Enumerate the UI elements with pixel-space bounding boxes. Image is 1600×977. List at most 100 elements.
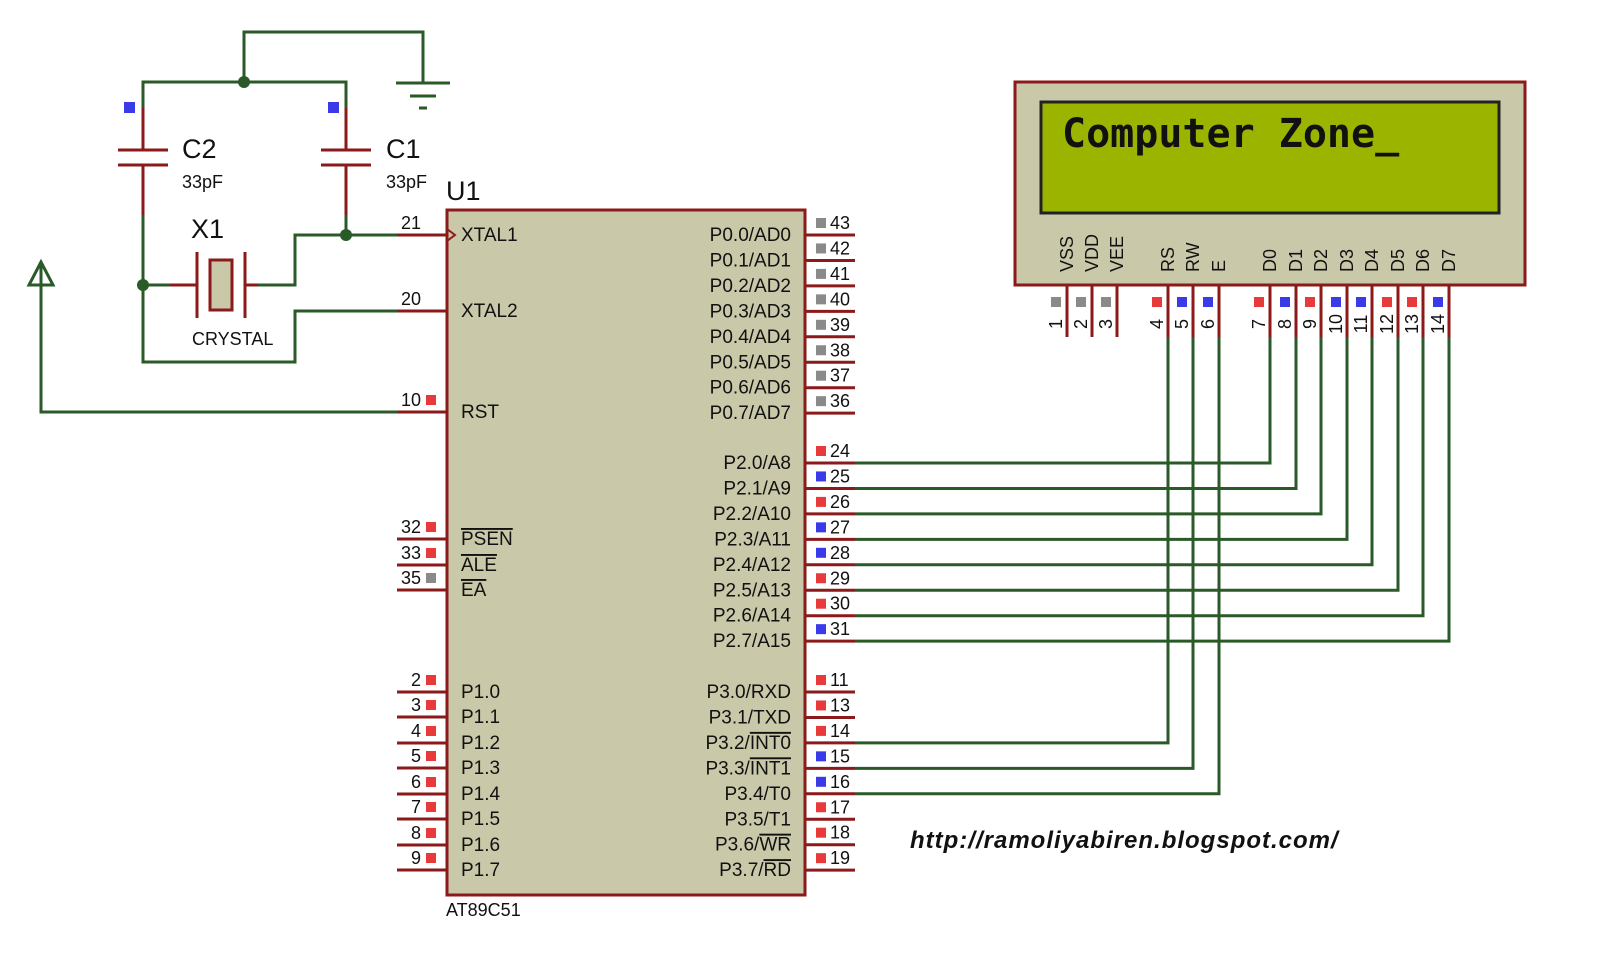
lcd-pin-number: 8 <box>1275 319 1295 329</box>
pin-state-marker <box>816 776 826 787</box>
pin-number: 35 <box>401 568 421 588</box>
pin-name: P3.4/T0 <box>724 784 791 805</box>
pin-label: P2.7/A15 <box>713 631 791 652</box>
pin-state-marker <box>426 853 436 863</box>
control-wire <box>855 337 1195 770</box>
lcd-pin-name: D3 <box>1337 249 1357 272</box>
pin-name: P3.5/T1 <box>724 809 791 830</box>
pin-name: P2.4/A12 <box>713 555 791 576</box>
data-bus-wire <box>855 337 1272 465</box>
pin-state-marker <box>1382 297 1392 307</box>
data-bus-wire <box>855 337 1374 567</box>
pin-number: 36 <box>830 391 850 411</box>
pin-number: 43 <box>830 213 850 233</box>
wire <box>255 233 346 287</box>
pin-state-marker <box>816 598 826 609</box>
pin-state-marker <box>1331 297 1341 307</box>
pin-state-marker <box>816 853 826 864</box>
pin-label: P3.3/INT1 <box>705 758 791 779</box>
pin-state-marker <box>816 370 826 381</box>
pin-number: 25 <box>830 466 850 486</box>
pin-label: P0.5/AD5 <box>710 352 791 373</box>
pin-name: P0.1/AD1 <box>710 250 791 271</box>
pin-name: P0.6/AD6 <box>710 378 791 399</box>
pin-name: P0.7/AD7 <box>710 403 791 424</box>
pin-label: P1.1 <box>461 707 500 728</box>
pin-state-marker <box>816 345 826 356</box>
lcd-pin-name: E <box>1209 260 1229 272</box>
pin-number: 11 <box>830 670 849 690</box>
pin-label: P3.4/T0 <box>724 784 791 805</box>
pin-name: P3.6/ <box>715 835 760 856</box>
pin-label: P0.2/AD2 <box>710 276 791 297</box>
c1-value: 33pF <box>386 172 427 192</box>
pin-state-marker <box>124 102 135 113</box>
pin-state-marker <box>816 547 826 558</box>
pin-state-marker <box>426 522 436 532</box>
pin-label: P1.3 <box>461 758 500 779</box>
pin-state-marker <box>816 802 826 813</box>
pin-name: P1.2 <box>461 733 500 754</box>
pin-state-marker <box>816 573 826 584</box>
pin-label: P0.1/AD1 <box>710 250 791 271</box>
pin-number: 21 <box>401 213 421 233</box>
pin-label: P0.6/AD6 <box>710 378 791 399</box>
pin-label: P2.0/A8 <box>723 453 791 474</box>
pin-state-marker <box>1101 297 1111 307</box>
pin-label: P0.3/AD3 <box>710 301 791 322</box>
pin-name: P1.6 <box>461 835 500 856</box>
pin-label: P1.5 <box>461 809 500 830</box>
pin-number: 15 <box>830 746 850 766</box>
lcd-pin-name: D1 <box>1286 249 1306 272</box>
pin-state-marker <box>816 624 826 635</box>
lcd-pin-number: 14 <box>1428 314 1448 334</box>
pin-name-overline: RD <box>764 860 791 881</box>
pin-name: P2.7/A15 <box>713 631 791 652</box>
pin-state-marker <box>1280 297 1290 307</box>
pin-label: EA <box>461 580 487 601</box>
pin-name: P0.3/AD3 <box>710 301 791 322</box>
pin-label: P0.4/AD4 <box>710 327 792 348</box>
data-bus-wire <box>855 337 1298 490</box>
pin-state-marker <box>816 268 826 279</box>
mcu-part: AT89C51 <box>446 900 521 920</box>
pin-state-marker <box>1051 297 1061 307</box>
wire <box>344 215 397 237</box>
pin-state-marker <box>1407 297 1417 307</box>
mcu-ref: U1 <box>446 176 481 206</box>
pin-label: P0.0/AD0 <box>710 225 791 246</box>
pin-number: 29 <box>830 568 850 588</box>
pin-number: 7 <box>411 797 421 817</box>
pin-label: XTAL2 <box>461 301 518 322</box>
pin-number: 20 <box>401 289 421 309</box>
pin-name-overline: INT0 <box>750 733 791 754</box>
pin-label: P2.5/A13 <box>713 580 791 601</box>
pin-state-marker <box>426 828 436 838</box>
x1-value: CRYSTAL <box>192 329 273 349</box>
pin-state-marker <box>1076 297 1086 307</box>
pin-number: 10 <box>401 390 421 410</box>
pin-state-marker <box>1177 297 1187 307</box>
pin-label: P1.6 <box>461 835 500 856</box>
pin-label: P2.3/A11 <box>714 529 791 550</box>
pin-label: RST <box>461 402 499 423</box>
pin-state-marker <box>816 725 826 736</box>
pin-label: P1.7 <box>461 860 500 881</box>
pin-name: P3.7/ <box>719 860 764 881</box>
pin-state-marker <box>1305 297 1315 307</box>
pin-name: P1.3 <box>461 758 500 779</box>
capacitor-c2 <box>118 108 168 215</box>
pin-label: P0.7/AD7 <box>710 403 791 424</box>
pin-name: P2.2/A10 <box>713 504 791 525</box>
pin-label: P1.4 <box>461 784 501 805</box>
pin-state-marker <box>426 395 436 405</box>
pin-name-overline: ALE <box>461 555 497 576</box>
pin-name: P0.5/AD5 <box>710 352 791 373</box>
pin-state-marker <box>426 726 436 736</box>
pin-state-marker <box>816 243 826 254</box>
lcd-pin-name: RS <box>1158 247 1178 272</box>
pin-label: P2.4/A12 <box>713 555 791 576</box>
pin-state-marker <box>816 471 826 482</box>
pin-number: 13 <box>830 695 850 715</box>
lcd-pin-name: VDD <box>1082 234 1102 272</box>
